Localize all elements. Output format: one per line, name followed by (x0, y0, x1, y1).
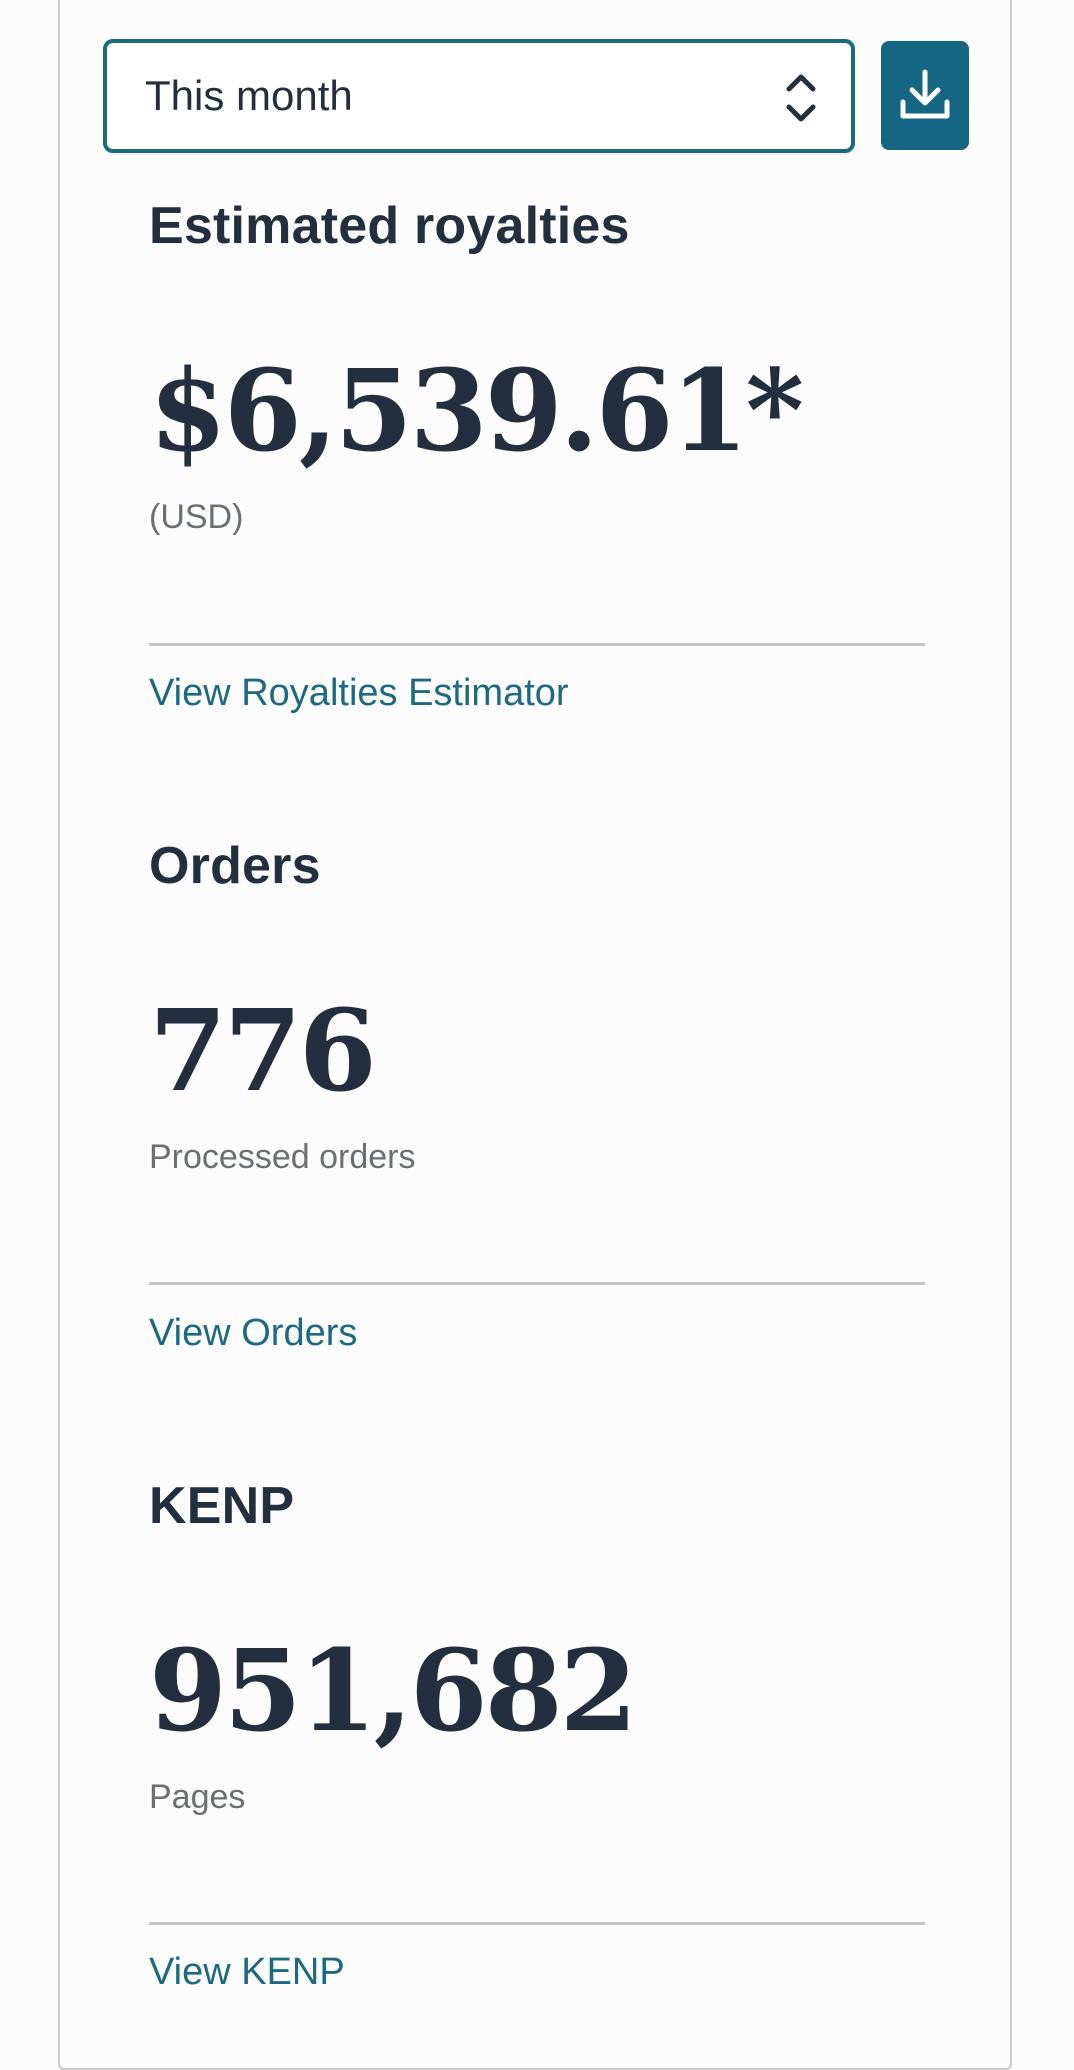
date-range-select[interactable]: This month (103, 39, 855, 153)
kenp-heading: KENP (149, 1477, 295, 1535)
orders-divider (149, 1282, 925, 1285)
royalties-currency-label: (USD) (149, 498, 244, 536)
view-kenp-link[interactable]: View KENP (149, 1951, 345, 1994)
orders-heading: Orders (149, 837, 321, 895)
kenp-sub-label: Pages (149, 1778, 246, 1816)
download-button[interactable] (881, 41, 969, 150)
kenp-divider (149, 1922, 925, 1925)
kenp-value: 951,682 (149, 1626, 638, 1757)
royalties-value: $6,539.61* (149, 346, 804, 477)
download-icon (900, 69, 950, 119)
royalties-heading: Estimated royalties (149, 197, 630, 255)
chevron-up-down-icon (783, 71, 819, 125)
view-orders-link[interactable]: View Orders (149, 1312, 357, 1355)
royalties-divider (149, 643, 925, 646)
view-royalties-estimator-link[interactable]: View Royalties Estimator (149, 672, 569, 715)
orders-sub-label: Processed orders (149, 1138, 416, 1176)
date-range-selected-value: This month (145, 72, 353, 119)
orders-value: 776 (149, 986, 377, 1117)
